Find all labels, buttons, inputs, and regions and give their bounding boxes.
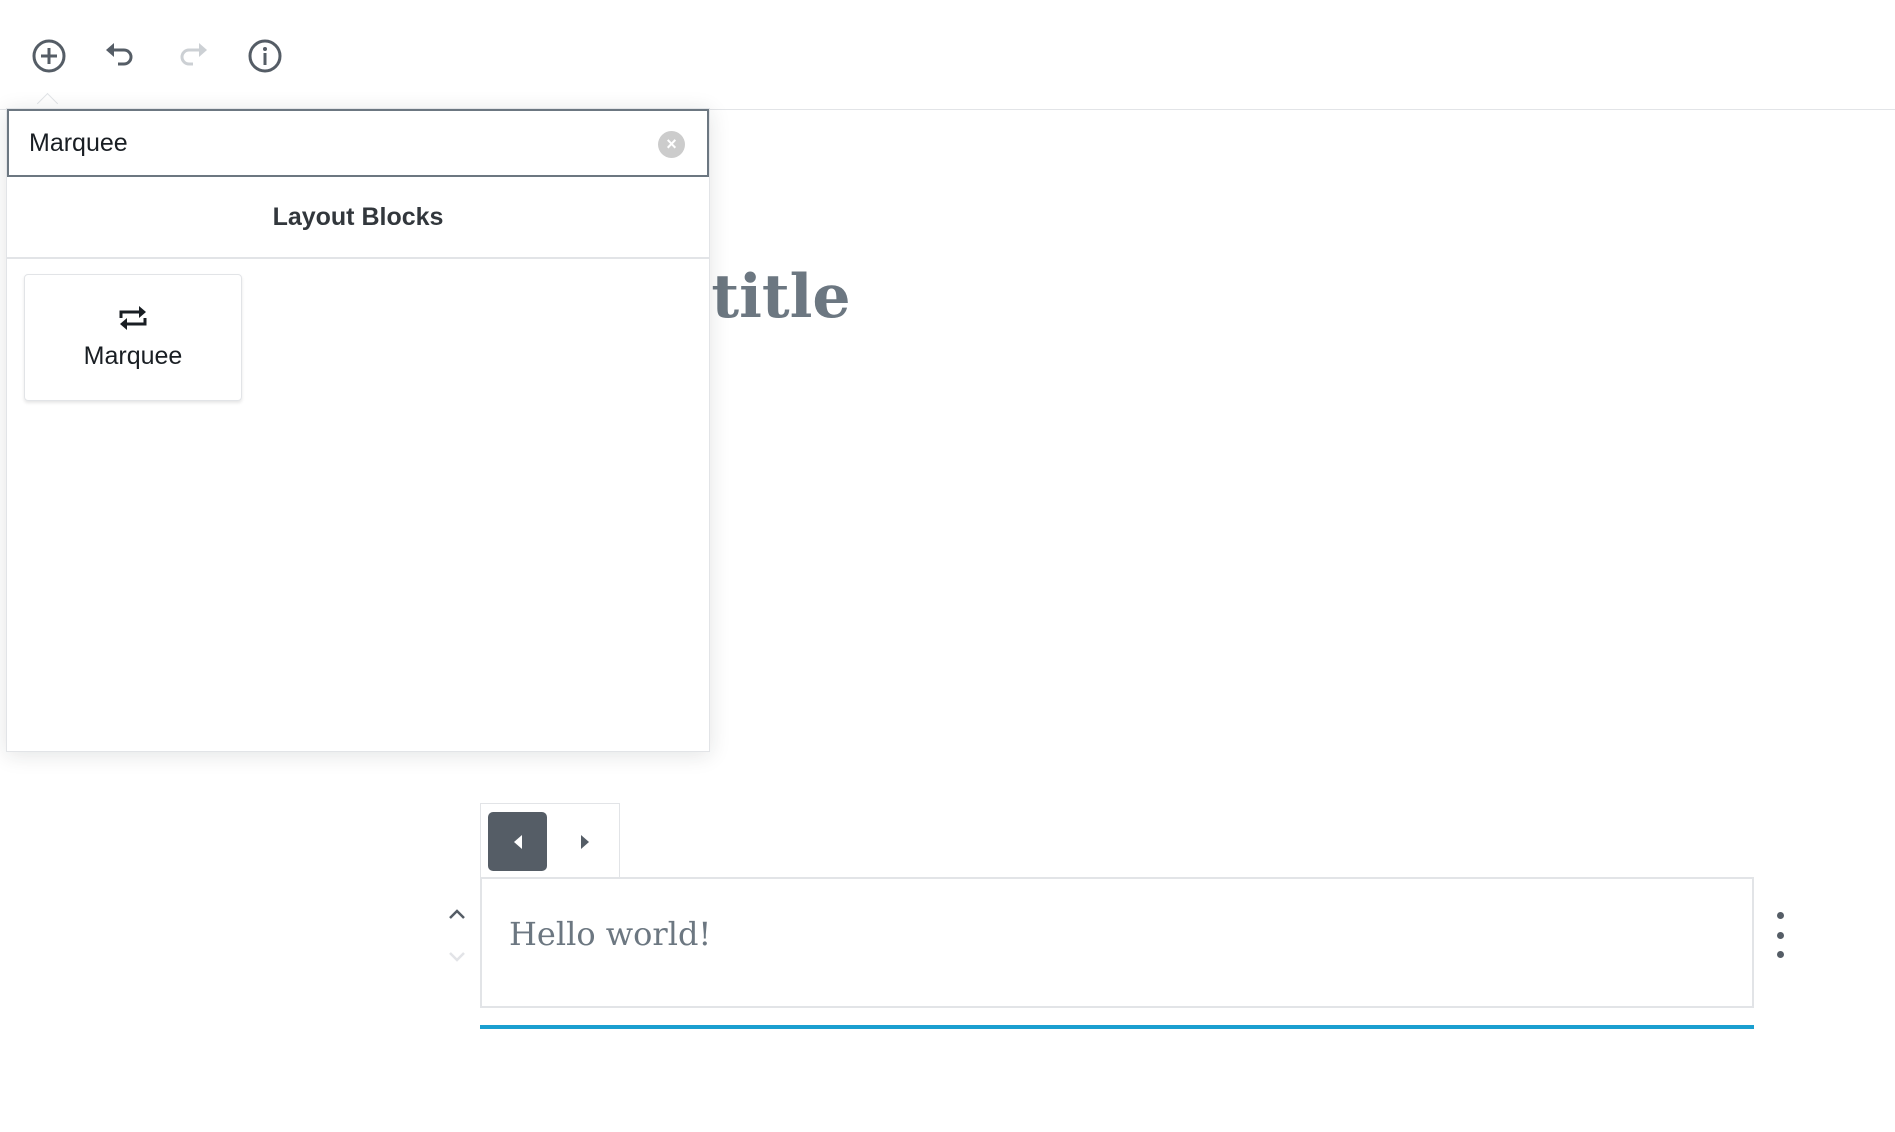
insertion-indicator xyxy=(480,1025,1754,1029)
search-field[interactable]: × xyxy=(7,109,709,177)
chevron-down-icon xyxy=(449,952,465,962)
clear-search-button[interactable]: × xyxy=(658,131,685,158)
info-button[interactable] xyxy=(245,36,285,76)
move-down-button[interactable] xyxy=(445,945,469,969)
ellipsis-icon xyxy=(1776,912,1784,919)
block-item-marquee[interactable]: Marquee xyxy=(24,274,242,401)
redo-button[interactable] xyxy=(173,36,213,76)
undo-icon xyxy=(106,43,133,66)
block-inserter-popover: × Layout Blocks Marquee xyxy=(6,108,710,752)
chevron-up-icon xyxy=(449,909,465,919)
undo-button[interactable] xyxy=(100,36,140,76)
ellipsis-dot xyxy=(1776,931,1784,939)
block-item-label: Marquee xyxy=(83,342,183,370)
repeat-arrows-icon xyxy=(119,306,147,330)
more-options-button[interactable] xyxy=(1766,912,1794,958)
direction-left-button[interactable] xyxy=(488,812,547,871)
block-toolbar xyxy=(480,803,620,877)
plus-circle-icon xyxy=(32,39,66,73)
section-title: Layout Blocks xyxy=(7,177,709,259)
align-right-arrow-icon xyxy=(580,834,589,849)
ellipsis-dot xyxy=(1776,951,1784,958)
add-block-button[interactable] xyxy=(29,36,69,76)
marquee-block[interactable]: Hello world! xyxy=(480,877,1754,1008)
close-icon: × xyxy=(666,134,677,154)
align-left-arrow-icon xyxy=(513,834,522,849)
info-icon xyxy=(248,39,282,73)
move-up-button[interactable] xyxy=(445,902,469,926)
block-content[interactable]: Hello world! xyxy=(509,915,711,953)
direction-right-button[interactable] xyxy=(555,812,614,871)
redo-icon xyxy=(180,43,207,66)
search-input[interactable] xyxy=(9,111,649,175)
